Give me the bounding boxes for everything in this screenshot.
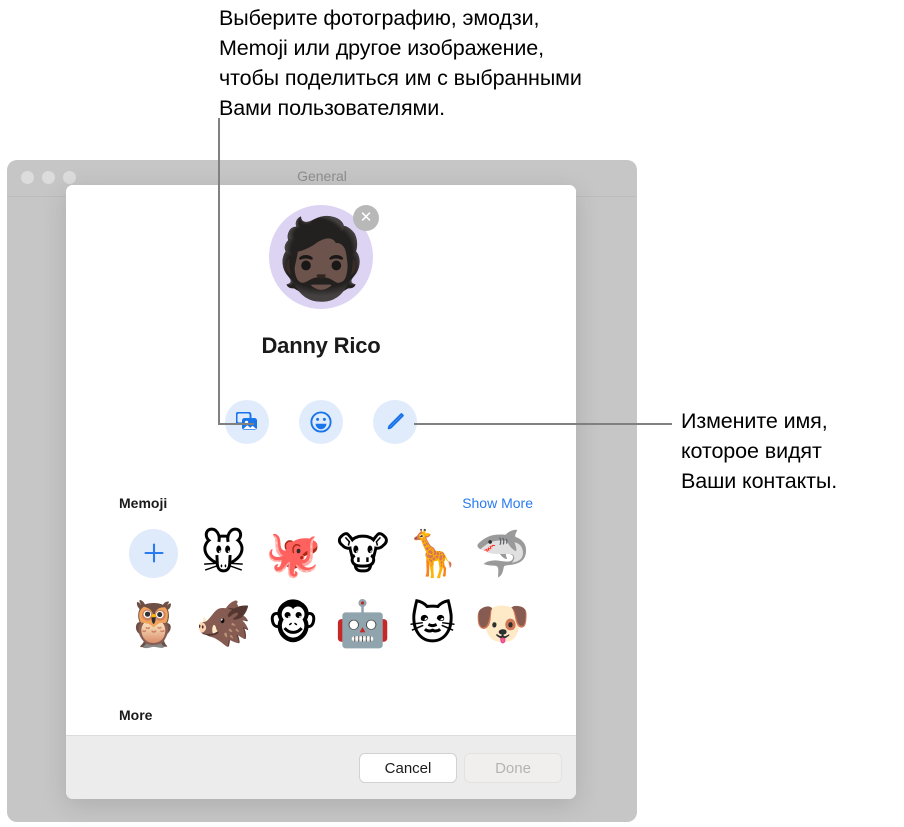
avatar-picker-dialog: 🧔🏿 ✕ Danny Rico Memoji Show More 🐭 🐙 🐮 🦒… bbox=[66, 185, 576, 799]
memoji-glyph-dog: 🐶 bbox=[474, 597, 531, 649]
photos-icon bbox=[236, 412, 258, 432]
memoji-cell-octopus[interactable]: 🐙 bbox=[258, 526, 328, 580]
more-section-header: More bbox=[119, 707, 152, 725]
done-button[interactable]: Done bbox=[464, 753, 562, 783]
show-more-link[interactable]: Show More bbox=[462, 495, 533, 511]
callout-choose-image: Выберите фотографию, эмодзи, Memoji или … bbox=[219, 6, 582, 120]
dialog-body: 🧔🏿 ✕ Danny Rico Memoji Show More 🐭 🐙 🐮 🦒… bbox=[66, 185, 576, 735]
more-section-title: More bbox=[119, 707, 153, 723]
memoji-glyph-mouse: 🐭 bbox=[200, 527, 247, 579]
add-memoji-icon[interactable] bbox=[129, 528, 179, 578]
memoji-glyph-giraffe: 🦒 bbox=[404, 527, 461, 579]
memoji-glyph-boar: 🐗 bbox=[195, 597, 252, 649]
memoji-section-title: Memoji bbox=[119, 495, 168, 511]
memoji-cell-owl[interactable]: 🦉 bbox=[119, 596, 189, 650]
memoji-cell-monkey[interactable]: 🐵 bbox=[258, 596, 328, 650]
memoji-glyph-cat: 🐱 bbox=[409, 597, 456, 649]
memoji-cell-cow[interactable]: 🐮 bbox=[328, 526, 398, 580]
memoji-cell-cat[interactable]: 🐱 bbox=[398, 596, 468, 650]
memoji-glyph-robot: 🤖 bbox=[334, 597, 391, 649]
memoji-glyph-owl: 🦉 bbox=[125, 597, 182, 649]
dialog-footer: Cancel Done bbox=[66, 735, 576, 799]
memoji-cell-mouse[interactable]: 🐭 bbox=[189, 526, 259, 580]
leader-line-right-horizontal bbox=[414, 423, 672, 425]
memoji-cell-boar[interactable]: 🐗 bbox=[189, 596, 259, 650]
leader-line-top-vertical bbox=[218, 118, 220, 425]
action-button-row bbox=[66, 400, 576, 444]
choose-emoji-button[interactable] bbox=[299, 400, 343, 444]
memoji-cell-add-memoji[interactable] bbox=[119, 526, 189, 580]
memoji-avatar-glyph: 🧔🏿 bbox=[272, 214, 370, 303]
remove-avatar-icon[interactable]: ✕ bbox=[353, 205, 379, 231]
memoji-section-header: Memoji Show More bbox=[119, 495, 533, 511]
memoji-cell-robot[interactable]: 🤖 bbox=[328, 596, 398, 650]
screenshot-root: General Me ? 🧔🏿 ✕ Danny Rico bbox=[0, 0, 904, 827]
cancel-button[interactable]: Cancel bbox=[359, 753, 457, 783]
memoji-grid: 🐭 🐙 🐮 🦒 🦈 🦉 🐗 🐵 🤖 🐱 🐶 bbox=[119, 526, 537, 650]
memoji-glyph-octopus: 🐙 bbox=[265, 527, 322, 579]
callout-edit-name: Измените имя, которое видят Ваши контакт… bbox=[681, 409, 838, 493]
window-title: General bbox=[297, 168, 347, 184]
memoji-glyph-monkey: 🐵 bbox=[267, 597, 320, 649]
smiley-icon bbox=[310, 411, 332, 433]
memoji-cell-giraffe[interactable]: 🦒 bbox=[398, 526, 468, 580]
choose-photo-button[interactable] bbox=[225, 400, 269, 444]
memoji-glyph-shark: 🦈 bbox=[474, 527, 531, 579]
pencil-icon bbox=[384, 411, 406, 433]
display-name: Danny Rico bbox=[261, 333, 381, 358]
edit-name-button[interactable] bbox=[373, 400, 417, 444]
memoji-cell-dog[interactable]: 🐶 bbox=[467, 596, 537, 650]
avatar-container: 🧔🏿 ✕ bbox=[269, 205, 379, 309]
leader-line-top-horizontal bbox=[218, 423, 254, 425]
memoji-glyph-cow: 🐮 bbox=[336, 527, 390, 579]
memoji-cell-shark[interactable]: 🦈 bbox=[467, 526, 537, 580]
